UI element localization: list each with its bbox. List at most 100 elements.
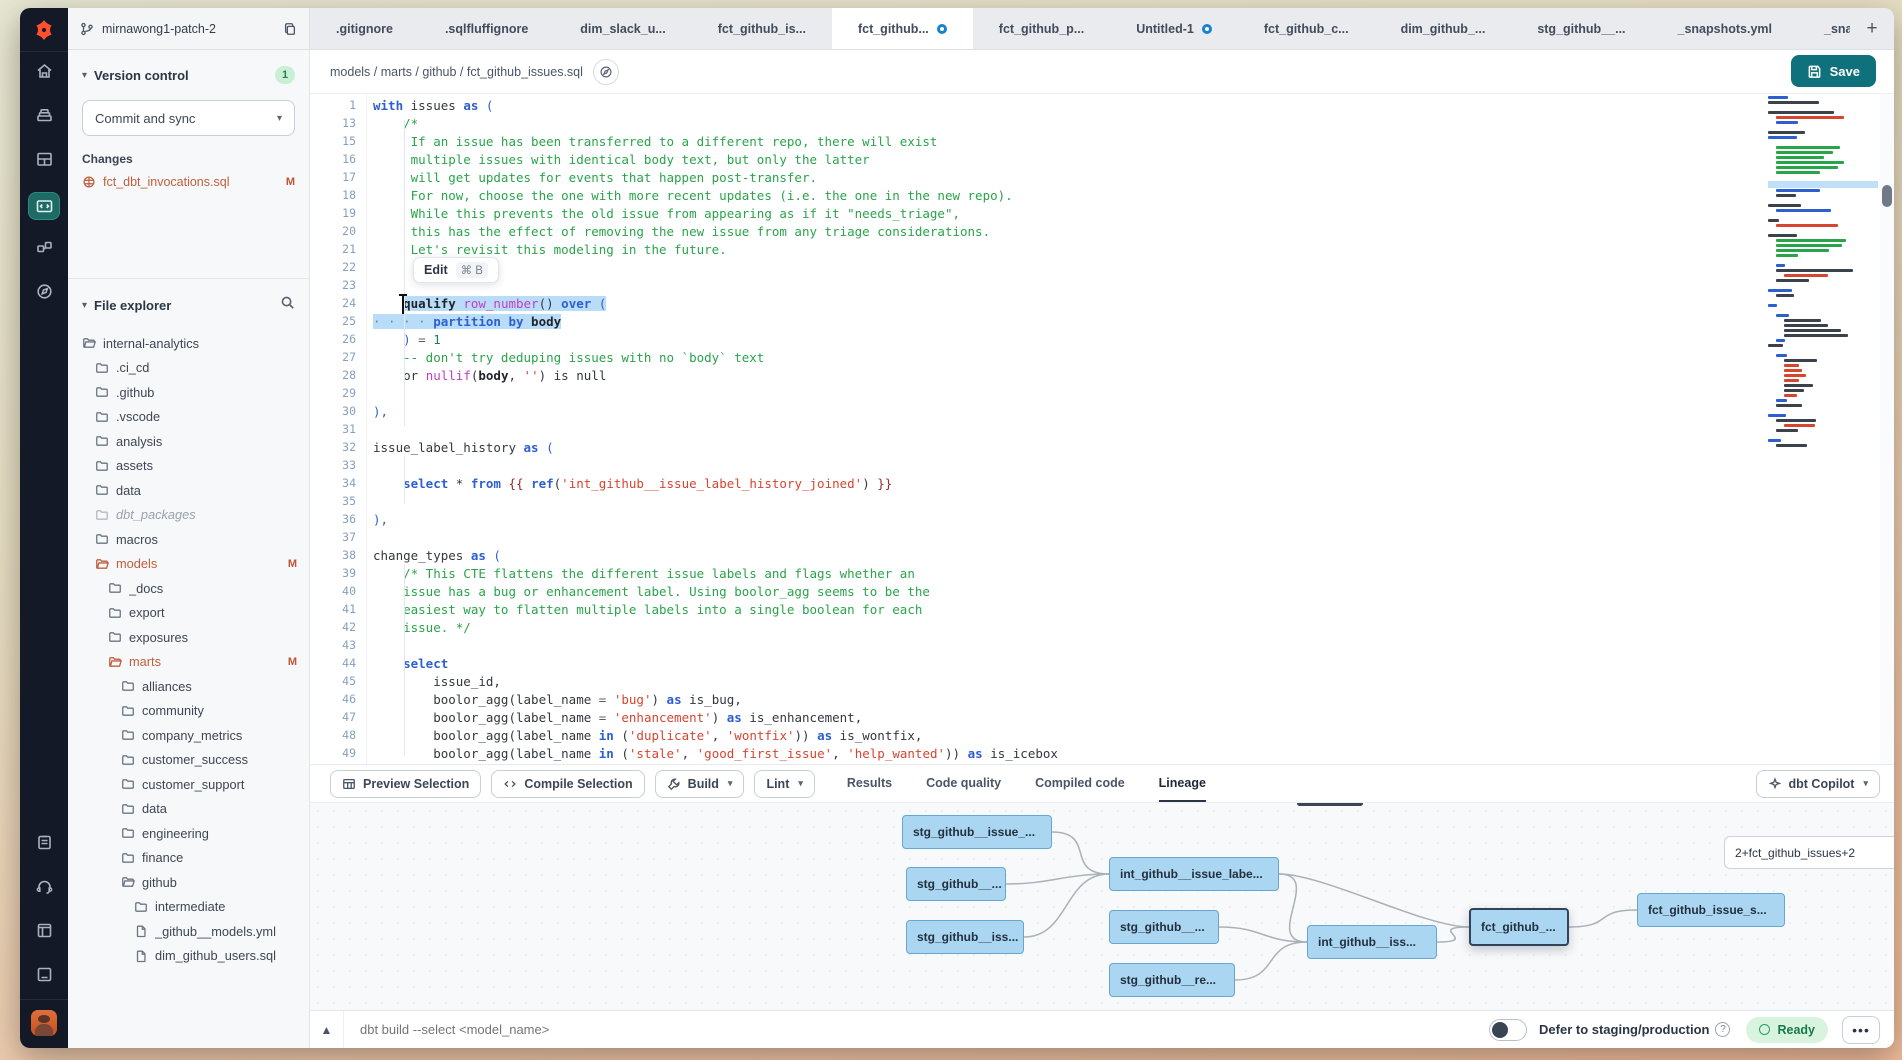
code-line-25[interactable]: 25· · · · partition by body [310,312,1768,330]
lineage-node-n9[interactable]: fct_github_issue_s... [1637,893,1785,927]
lineage-selector-input[interactable] [1724,836,1894,869]
code-line-46[interactable]: 46 boolor_agg(label_name = 'bug') as is_… [310,690,1768,708]
code-line-26[interactable]: 26 ) = 1 [310,330,1768,348]
edit-popup-label[interactable]: Edit [424,263,448,277]
edit-context-popup[interactable]: Edit ⌘ B [413,257,499,283]
panel-tab-compiled-code[interactable]: Compiled code [1035,765,1125,802]
docs-icon[interactable] [20,911,68,955]
file-item--github-models-yml[interactable]: _github__models.yml [68,919,309,944]
docs-icon[interactable] [593,59,619,85]
lineage-node-n7[interactable]: int_github__iss... [1307,925,1437,959]
support-icon[interactable] [20,867,68,911]
build-button[interactable]: Build ▾ [655,770,745,798]
tab-untitled-1[interactable]: Untitled-1 [1110,8,1238,49]
lineage-node-n4[interactable]: int_github__issue_labe... [1109,857,1279,891]
code-line-43[interactable]: 43 [310,636,1768,654]
editor-minimap[interactable] [1768,96,1878,764]
search-icon[interactable] [280,295,295,315]
code-line-40[interactable]: 40 issue has a bug or enhancement label.… [310,582,1768,600]
tab--snapshots-s-[interactable]: _snapshots_s... [1798,8,1850,49]
tab-dim-github-[interactable]: dim_github_... [1375,8,1512,49]
help-icon[interactable]: ? [1715,1022,1730,1037]
code-line-1[interactable]: 1with issues as ( [310,96,1768,114]
code-line-31[interactable]: 31 [310,420,1768,438]
save-button[interactable]: Save [1791,55,1876,87]
panel-tab-lineage[interactable]: Lineage [1159,765,1206,802]
folder-item-analysis[interactable]: analysis [68,429,309,454]
code-editor[interactable]: 1with issues as (13 /*15 If an issue has… [310,94,1894,764]
folder-item--ci-cd[interactable]: .ci_cd [68,356,309,381]
orchestration-icon[interactable] [20,228,68,272]
code-line-29[interactable]: 29 [310,384,1768,402]
commit-and-sync-button[interactable]: Commit and sync ▾ [82,100,295,136]
folder-item-internal-analytics[interactable]: internal-analytics [68,331,309,356]
code-line-20[interactable]: 20 this has the effect of removing the n… [310,222,1768,240]
folder-item-models[interactable]: modelsM [68,552,309,577]
explore-icon[interactable] [20,272,68,316]
tab--sqlfluffignore[interactable]: .sqlfluffignore [419,8,554,49]
code-line-48[interactable]: 48 boolor_agg(label_name in ('duplicate'… [310,726,1768,744]
code-line-42[interactable]: 42 issue. */ [310,618,1768,636]
code-line-16[interactable]: 16 multiple issues with identical body t… [310,150,1768,168]
editor-scrollbar[interactable] [1880,94,1894,764]
git-branch-selector[interactable]: mirnawong1-patch-2 [68,8,310,49]
lineage-node-n1[interactable]: stg_github__issue_... [902,815,1052,849]
tab-fct-github-p-[interactable]: fct_github_p... [973,8,1110,49]
panel-tab-results[interactable]: Results [847,765,892,802]
folder-item-data[interactable]: data [68,797,309,822]
code-line-44[interactable]: 44 select [310,654,1768,672]
code-line-47[interactable]: 47 boolor_agg(label_name = 'enhancement'… [310,708,1768,726]
compile-selection-button[interactable]: Compile Selection [491,770,644,798]
tab-fct-github-[interactable]: fct_github... [832,8,973,49]
folder-item-community[interactable]: community [68,699,309,724]
code-line-13[interactable]: 13 /* [310,114,1768,132]
tasks-icon[interactable] [20,823,68,867]
copy-icon[interactable] [283,22,297,36]
lineage-node-n8[interactable]: fct_github_... [1469,908,1569,946]
lineage-node-n2[interactable]: stg_github__... [906,867,1006,901]
preview-selection-button[interactable]: Preview Selection [330,770,481,798]
dbt-command-input[interactable] [344,1022,1489,1037]
folder-item-customer-support[interactable]: customer_support [68,772,309,797]
tab--gitignore[interactable]: .gitignore [310,8,419,49]
lineage-node-n5[interactable]: stg_github__... [1109,910,1219,944]
folder-item-macros[interactable]: macros [68,527,309,552]
code-line-35[interactable]: 35 [310,492,1768,510]
changed-file-row[interactable]: fct_dbt_invocations.sqlM [68,172,309,192]
expand-command-bar-icon[interactable]: ▲ [310,1011,344,1048]
new-tab-button[interactable]: + [1850,8,1894,49]
code-line-49[interactable]: 49 boolor_agg(label_name in ('stale', 'g… [310,744,1768,762]
code-line-17[interactable]: 17 will get updates for events that happ… [310,168,1768,186]
folder-item--github[interactable]: .github [68,380,309,405]
version-control-header[interactable]: ▾ Version control 1 [68,50,309,94]
user-avatar[interactable] [31,1010,57,1036]
code-line-45[interactable]: 45 issue_id, [310,672,1768,690]
folder-item-alliances[interactable]: alliances [68,674,309,699]
folder-item--docs[interactable]: _docs [68,576,309,601]
folder-item-assets[interactable]: assets [68,454,309,479]
lineage-node-n3[interactable]: stg_github__iss... [906,920,1024,954]
lineage-node-n6[interactable]: stg_github__re... [1109,963,1235,997]
tab-dim-slack-u-[interactable]: dim_slack_u... [554,8,691,49]
dbt-copilot-button[interactable]: dbt Copilot ▾ [1756,770,1880,798]
folder-item-company-metrics[interactable]: company_metrics [68,723,309,748]
folder-item--vscode[interactable]: .vscode [68,405,309,430]
tab--snapshots-yml[interactable]: _snapshots.yml [1652,8,1798,49]
folder-item-customer-success[interactable]: customer_success [68,748,309,773]
tab-fct-github-c-[interactable]: fct_github_c... [1238,8,1375,49]
panel-tab-code-quality[interactable]: Code quality [926,765,1001,802]
code-line-21[interactable]: 21 Let's revisit this modeling in the fu… [310,240,1768,258]
scrollbar-thumb[interactable] [1882,185,1892,207]
folder-item-dbt-packages[interactable]: dbt_packages [68,503,309,528]
home-icon[interactable] [20,52,68,96]
folder-item-engineering[interactable]: engineering [68,821,309,846]
code-line-28[interactable]: 28 or nullif(body, '') is null [310,366,1768,384]
code-line-37[interactable]: 37 [310,528,1768,546]
ide-icon[interactable] [20,184,68,228]
folder-item-data[interactable]: data [68,478,309,503]
tab-fct-github-is-[interactable]: fct_github_is... [692,8,832,49]
overflow-menu-button[interactable]: ••• [1842,1016,1880,1044]
code-line-23[interactable]: 23 [310,276,1768,294]
changelog-icon[interactable] [20,955,68,999]
chevron-down-icon[interactable]: ▾ [728,778,733,789]
